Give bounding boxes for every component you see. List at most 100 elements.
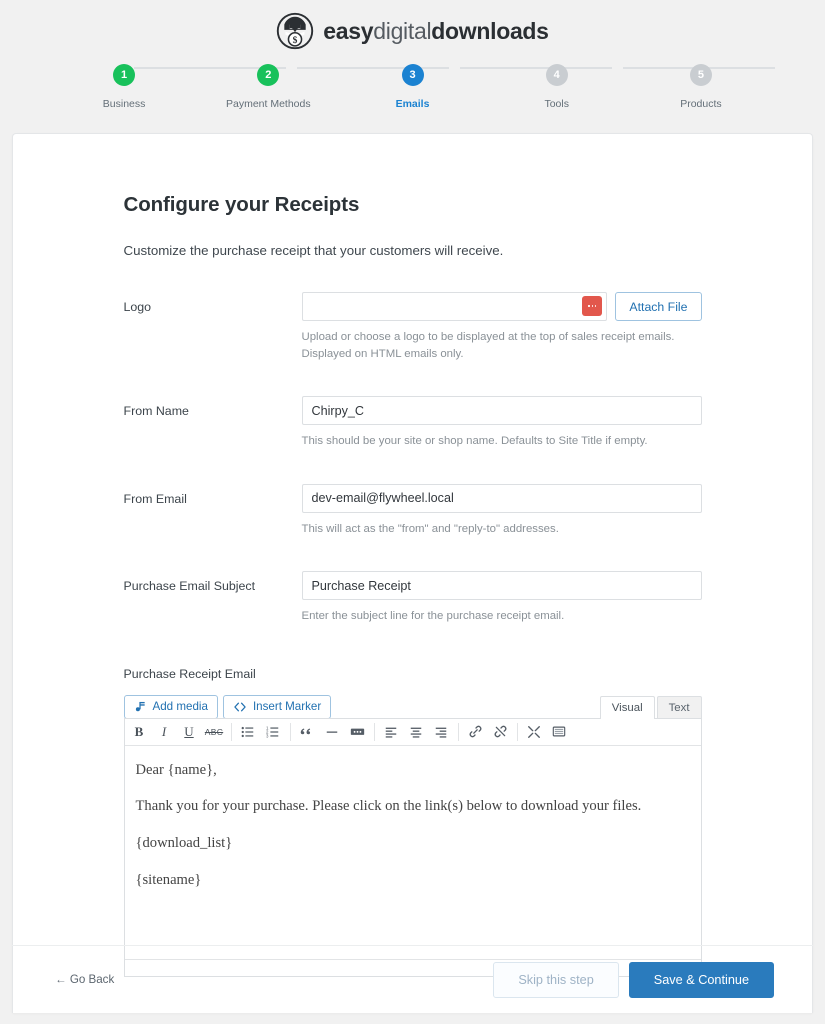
- bold-icon[interactable]: B: [127, 719, 152, 744]
- editor-paragraph: Thank you for your purchase. Please clic…: [135, 798, 642, 815]
- email-subject-field-group: Enter the subject line for the purchase …: [301, 571, 702, 625]
- toolbar-divider: [457, 722, 459, 741]
- wizard-step-products[interactable]: 5 Products: [629, 64, 773, 110]
- setup-card: Configure your Receipts Customize the pu…: [12, 133, 813, 1013]
- from-name-label: From Name: [123, 404, 189, 419]
- toolbar-divider: [230, 722, 232, 741]
- italic-icon[interactable]: I: [152, 719, 177, 744]
- blockquote-icon[interactable]: [295, 719, 320, 744]
- toolbar-divider: [373, 722, 375, 741]
- editor-paragraph: {download_list}: [135, 835, 233, 852]
- wizard-step-payment-methods[interactable]: 2 Payment Methods: [196, 64, 340, 110]
- email-subject-help-text: Enter the subject line for the purchase …: [301, 610, 565, 623]
- edd-logo-icon: $: [277, 12, 314, 50]
- card-body: Configure your Receipts Customize the pu…: [13, 134, 812, 977]
- code-brackets-icon: [234, 702, 246, 712]
- logo-label: Logo: [123, 300, 152, 314]
- logo-help-text: Upload or choose a logo to be displayed …: [301, 331, 675, 360]
- wizard-step-emails[interactable]: 3 Emails: [340, 64, 484, 110]
- editor-content-area[interactable]: Dear {name}, Thank you for your purchase…: [125, 746, 701, 959]
- email-subject-label: Purchase Email Subject: [123, 579, 256, 594]
- tab-visual[interactable]: Visual: [599, 695, 655, 719]
- from-name-help-text: This should be your site or shop name. D…: [301, 435, 648, 448]
- save-and-continue-button[interactable]: Save & Continue: [628, 961, 774, 998]
- numbered-list-icon[interactable]: 1 2 3: [261, 719, 286, 744]
- from-name-input[interactable]: [301, 396, 702, 426]
- form-container: Configure your Receipts Customize the pu…: [123, 193, 702, 977]
- email-subject-input[interactable]: [301, 571, 702, 601]
- ellipsis-icon[interactable]: [582, 296, 603, 316]
- step-label: Emails: [395, 98, 430, 110]
- align-left-icon[interactable]: [379, 719, 404, 744]
- field-row-email-subject: Purchase Email Subject Enter the subject…: [124, 571, 702, 625]
- field-row-from-name: From Name This should be your site or sh…: [124, 396, 702, 450]
- align-center-icon[interactable]: [404, 719, 429, 744]
- page-subtitle: Customize the purchase receipt that your…: [123, 243, 504, 258]
- field-row-from-email: From Email This will act as the "from" a…: [123, 483, 702, 538]
- from-email-help-text: This will act as the "from" and "reply-t…: [301, 522, 559, 535]
- align-right-icon[interactable]: [429, 719, 454, 744]
- underline-icon[interactable]: U: [177, 719, 202, 744]
- svg-text:$: $: [293, 35, 298, 46]
- insert-marker-button[interactable]: Insert Marker: [222, 694, 332, 719]
- remove-link-icon[interactable]: [488, 719, 513, 744]
- formatting-toolbar: B I U ABC 1 2 3: [124, 718, 701, 746]
- brand-text-downloads: downloads: [431, 17, 549, 44]
- from-email-input[interactable]: [301, 483, 702, 513]
- wizard-step-business[interactable]: 1 Business: [52, 64, 196, 110]
- wysiwyg-editor: Add media Insert Marker Visual Text B I …: [123, 694, 702, 977]
- from-email-field-group: This will act as the "from" and "reply-t…: [301, 483, 702, 538]
- brand-text-digital: digital: [373, 17, 432, 44]
- brand-text-easy: easy: [323, 17, 374, 44]
- step-label: Products: [680, 98, 722, 110]
- insert-marker-label: Insert Marker: [252, 700, 322, 714]
- page-title: Configure your Receipts: [123, 193, 360, 216]
- logo-input-wrap: [301, 292, 608, 321]
- editor-shell: B I U ABC 1 2 3 Dear {name}, Thank you f…: [123, 717, 702, 977]
- media-icon: [135, 702, 145, 712]
- toolbar-divider: [516, 722, 518, 741]
- add-media-label: Add media: [152, 700, 208, 714]
- toolbar-toggle-icon[interactable]: [547, 719, 572, 744]
- horizontal-rule-icon[interactable]: [320, 719, 345, 744]
- brand-wordmark: easy digital downloads: [323, 17, 549, 45]
- wizard-step-tools[interactable]: 4 Tools: [485, 64, 629, 110]
- attach-file-button[interactable]: Attach File: [615, 292, 702, 321]
- tab-text[interactable]: Text: [656, 695, 702, 719]
- editor-paragraph: Dear {name},: [135, 761, 217, 778]
- editor-media-buttons: Add media Insert Marker: [123, 694, 332, 719]
- skip-this-step-button[interactable]: Skip this step: [493, 961, 619, 998]
- footer-actions: Skip this step Save & Continue: [493, 961, 774, 998]
- editor-media-bar: Add media Insert Marker Visual Text: [123, 694, 702, 719]
- step-number-badge: 4: [545, 64, 568, 86]
- editor-paragraph: {sitename}: [135, 871, 202, 888]
- step-number-badge: 3: [401, 64, 424, 86]
- wizard-step-indicator: 1 Business 2 Payment Methods 3 Emails 4 …: [0, 56, 825, 110]
- wizard-footer: ← Go Back Skip this step Save & Continue: [12, 946, 813, 1013]
- step-number-badge: 2: [257, 64, 280, 86]
- svg-text:3: 3: [266, 733, 269, 738]
- purchase-receipt-email-label: Purchase Receipt Email: [123, 666, 256, 681]
- fullscreen-icon[interactable]: [522, 719, 547, 744]
- setup-wizard-page: $ easy digital downloads 1 Business 2 Paym…: [0, 0, 825, 1024]
- editor-mode-tabs: Visual Text: [598, 695, 702, 719]
- logo-input[interactable]: [301, 292, 608, 321]
- step-label: Tools: [544, 98, 569, 110]
- field-row-logo: Logo Attach File Upload or choose a logo…: [124, 292, 702, 362]
- toolbar-divider: [289, 722, 291, 741]
- step-label: Payment Methods: [225, 98, 311, 110]
- step-label: Business: [102, 98, 146, 110]
- add-media-button[interactable]: Add media: [123, 694, 218, 719]
- step-number-badge: 5: [689, 64, 712, 86]
- from-name-field-group: This should be your site or shop name. D…: [301, 396, 702, 450]
- logo-input-line: Attach File: [301, 292, 702, 321]
- read-more-icon[interactable]: [345, 719, 370, 744]
- brand-header: $ easy digital downloads: [0, 0, 825, 56]
- insert-link-icon[interactable]: [463, 719, 488, 744]
- strikethrough-icon[interactable]: ABC: [202, 719, 227, 744]
- step-number-badge: 1: [113, 64, 136, 86]
- from-email-label: From Email: [123, 491, 187, 506]
- bulleted-list-icon[interactable]: [236, 719, 261, 744]
- go-back-link[interactable]: ← Go Back: [55, 973, 114, 986]
- logo-field-group: Attach File Upload or choose a logo to b…: [301, 292, 702, 362]
